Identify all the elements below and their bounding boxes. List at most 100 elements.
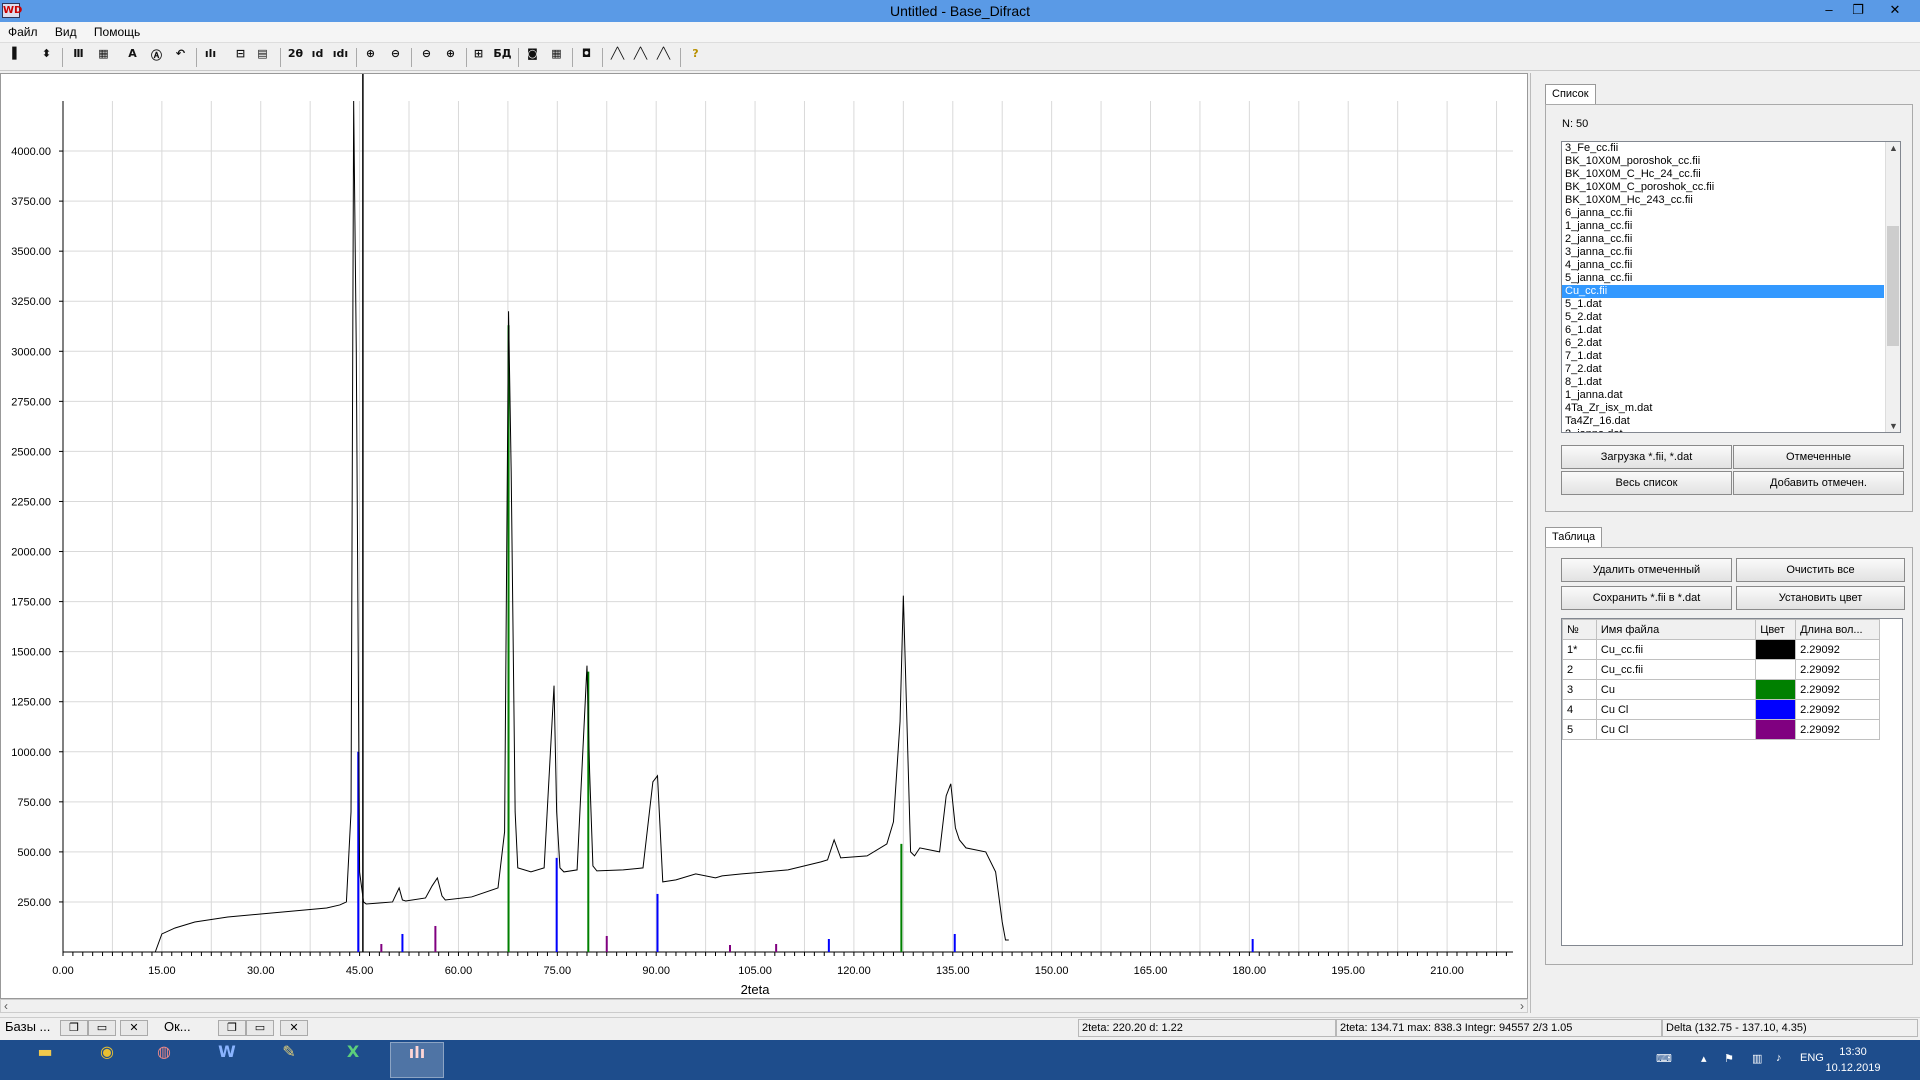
file-list-item[interactable]: 3_janna_cc.fii [1562,246,1884,259]
file-list-items[interactable]: 3_Fe_cc.fii BK_10X0M_poroshok_cc.fii BK_10… [1562,142,1900,432]
text-icon[interactable]: A [122,47,143,68]
file-list-item[interactable]: 7_1.dat [1562,350,1884,363]
file-list-item[interactable]: 5_1.dat [1562,298,1884,311]
keyboard-tray-icon[interactable]: ⌨ [1656,1052,1672,1065]
chart-panel[interactable]: 0.00 15.00 30.00 45.00 60.00 75.00 90.00 105.00… [0,73,1528,999]
graph-icon[interactable]: ╱╲ [607,47,628,68]
row-filename[interactable]: Cu Cl [1595,719,1757,740]
d-range-icon[interactable]: ıdı [330,47,351,68]
file-list-item[interactable]: 4_janna_cc.fii [1562,259,1884,272]
scroll-left-icon[interactable]: ‹ [4,999,8,1013]
list-vertical-scrollbar[interactable]: ▲ ▼ [1885,142,1900,432]
file-table[interactable]: № Имя файла Цвет Длина вол... 1* Cu_cc.fi… [1562,619,1880,740]
row-filename[interactable]: Cu Cl [1595,699,1757,720]
table-row[interactable]: 5 Cu Cl 2.29092 [1562,719,1880,740]
file-list-item[interactable]: 4Ta_Zr_isx_m.dat [1562,402,1884,415]
add-marked-button[interactable]: Добавить отмечен. [1733,471,1904,495]
row-filename[interactable]: Cu_cc.fii [1595,659,1757,680]
flag-tray-icon[interactable]: ⚑ [1724,1052,1734,1065]
close-button[interactable]: ✕ [1880,0,1910,22]
row-color-swatch[interactable] [1755,639,1797,660]
file-list-item[interactable]: BK_10X0M_C_Hc_24_cc.fii [1562,168,1884,181]
menu-view[interactable]: Вид [48,22,84,42]
mdi-window-bases[interactable]: Базы ... [5,1019,50,1037]
keyboard-icon[interactable]: ▦ [546,47,567,68]
mdi2-close-icon[interactable]: ✕ [280,1020,308,1036]
mdi1-restore-icon[interactable]: ❐ [60,1020,88,1036]
mdi2-restore-icon[interactable]: ❐ [218,1020,246,1036]
scroll-up-icon[interactable]: ▲ [1886,143,1900,153]
text-box-icon[interactable]: Ⓐ [146,47,167,68]
table-row[interactable]: 4 Cu Cl 2.29092 [1562,699,1880,720]
clock[interactable]: 13:30 10.12.2019 [1808,1044,1898,1076]
mdi1-minimize-icon[interactable]: ▭ [88,1020,116,1036]
undo-icon[interactable]: ↶ [170,47,191,68]
database-icon[interactable]: БД [492,47,513,68]
file-list-item[interactable]: Cu_cc.fii [1562,285,1884,298]
word-icon[interactable]: W [200,1042,254,1078]
row-color-swatch[interactable] [1755,719,1797,740]
mdi1-close-icon[interactable]: ✕ [120,1020,148,1036]
col-color[interactable]: Цвет [1755,619,1797,640]
compare-icon[interactable]: ◘ [576,47,597,68]
row-color-swatch[interactable] [1755,679,1797,700]
row-filename[interactable]: Cu [1595,679,1757,700]
save-icon[interactable]: ▤ [252,47,273,68]
tab-table[interactable]: Таблица [1545,527,1603,547]
file-list-item[interactable]: 5_2.dat [1562,311,1884,324]
zoom-out-y-icon[interactable]: ⊖ [416,47,437,68]
scroll-thumb[interactable] [1887,226,1899,346]
volume-tray-icon[interactable]: ♪ [1776,1052,1782,1064]
col-number[interactable]: № [1562,619,1597,640]
file-list-item[interactable]: 1_janna.dat [1562,389,1884,402]
two-theta-icon[interactable]: 2θ [285,47,306,68]
file-list-item[interactable]: 7_2.dat [1562,363,1884,376]
calculator-icon[interactable]: ⊟ [230,47,251,68]
table-row[interactable]: 3 Cu 2.29092 [1562,679,1880,700]
mdi-window-ok[interactable]: Ок... [164,1019,191,1037]
scroll-down-icon[interactable]: ▼ [1886,421,1900,431]
chart-horizontal-scrollbar[interactable]: ‹ › [0,999,1528,1013]
col-wavelength[interactable]: Длина вол... [1795,619,1880,640]
d-icon[interactable]: ıd [307,47,328,68]
col-filename[interactable]: Имя файла [1595,619,1757,640]
search-db-icon[interactable]: ◙ [522,47,543,68]
tray-expand-icon[interactable]: ▴ [1701,1052,1707,1065]
table-row[interactable]: 1* Cu_cc.fii 2.29092 [1562,639,1880,660]
save-fii-to-dat-button[interactable]: Сохранить *.fii в *.dat [1561,586,1732,610]
load-files-button[interactable]: Загрузка *.fii, *.dat [1561,445,1732,469]
restore-button[interactable]: ❐ [1843,0,1873,22]
menu-file[interactable]: Файл [1,22,45,42]
menu-help[interactable]: Помощь [87,22,147,42]
app-icon-red[interactable]: ◍ [137,1042,191,1078]
graph-peaks-icon[interactable]: ╱╲ [630,47,651,68]
file-list-item[interactable]: 3_Fe_cc.fii [1562,142,1884,155]
chrome-icon[interactable]: ◉ [80,1042,134,1078]
file-list-item[interactable]: 6_2.dat [1562,337,1884,350]
updown-icon[interactable]: ⬍ [36,47,57,68]
scroll-right-icon[interactable]: › [1520,999,1524,1013]
panel-toggle-icon[interactable]: ▌ [6,47,27,68]
network-tray-icon[interactable]: ▥ [1752,1052,1762,1065]
help-icon[interactable]: ? [685,47,706,68]
graph-background-icon[interactable]: ╱╲ [653,47,674,68]
whole-list-button[interactable]: Весь список [1561,471,1732,495]
set-color-button[interactable]: Установить цвет [1736,586,1905,610]
file-list-item[interactable]: Ta4Zr_16.dat [1562,415,1884,428]
mdi2-minimize-icon[interactable]: ▭ [246,1020,274,1036]
file-list-item[interactable]: BK_10X0M_Hc_243_cc.fii [1562,194,1884,207]
base-difract-icon[interactable]: ılı [390,1042,444,1078]
diffraction-chart[interactable]: 0.00 15.00 30.00 45.00 60.00 75.00 90.00 105.00… [1,74,1529,1000]
file-list-item[interactable]: 5_janna_cc.fii [1562,272,1884,285]
minimize-button[interactable]: – [1814,0,1844,22]
paint-icon[interactable]: ✎ [262,1042,316,1078]
marked-button[interactable]: Отмеченные [1733,445,1904,469]
file-list-item[interactable]: BK_10X0M_poroshok_cc.fii [1562,155,1884,168]
row-color-swatch[interactable] [1755,659,1797,680]
bars-icon[interactable]: Ⅲ [68,47,89,68]
file-list-item[interactable]: 2_janna_cc.fii [1562,233,1884,246]
table-icon[interactable]: ⊞ [468,47,489,68]
row-color-swatch[interactable] [1755,699,1797,720]
zoom-in-icon[interactable]: ⊕ [360,47,381,68]
file-list-item[interactable]: 1_janna_cc.fii [1562,220,1884,233]
